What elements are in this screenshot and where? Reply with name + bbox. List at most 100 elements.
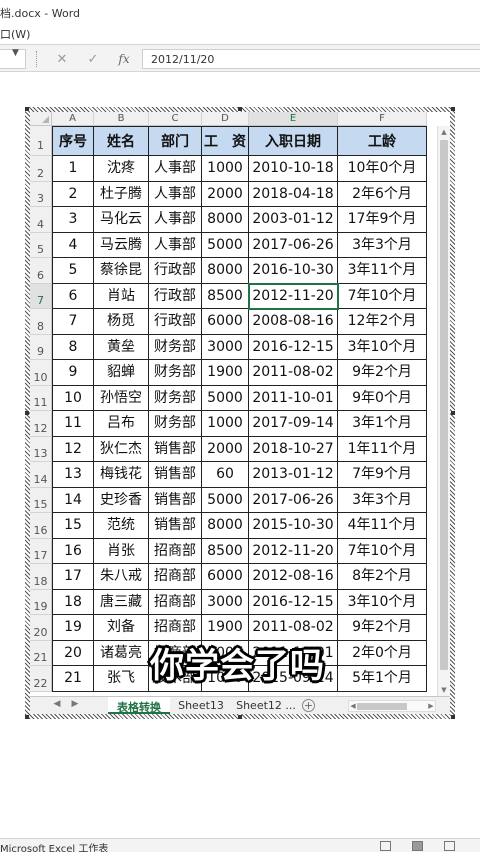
add-sheet-icon[interactable]: + <box>302 699 315 712</box>
table-cell[interactable]: 2011-10-01 <box>249 385 338 411</box>
table-cell[interactable]: 8000 <box>202 513 249 539</box>
table-cell[interactable]: 范统 <box>94 513 149 539</box>
table-cell[interactable]: 3年1个月 <box>338 411 427 437</box>
resize-handle[interactable] <box>238 715 242 719</box>
table-cell[interactable]: 马化云 <box>94 207 149 233</box>
resize-handle[interactable] <box>238 107 242 111</box>
table-cell[interactable]: 2010-10-18 <box>249 156 338 182</box>
table-cell[interactable]: 3年10个月 <box>338 334 427 360</box>
table-cell[interactable]: 销售部 <box>149 436 202 462</box>
web-layout-icon[interactable] <box>444 841 455 851</box>
table-cell[interactable]: 2011-08-02 <box>249 360 338 386</box>
table-cell[interactable]: 貂蝉 <box>94 360 149 386</box>
table-cell[interactable]: 8500 <box>202 538 249 564</box>
table-cell[interactable]: 10 <box>52 385 94 411</box>
table-cell[interactable]: 19 <box>52 615 94 641</box>
table-cell[interactable]: 1年11个月 <box>338 436 427 462</box>
column-header-a[interactable]: A <box>52 112 94 126</box>
table-cell[interactable]: 8年2个月 <box>338 564 427 590</box>
row-header[interactable]: 20 <box>30 615 52 641</box>
row-header[interactable]: 14 <box>30 462 52 488</box>
resize-handle[interactable] <box>25 715 29 719</box>
table-cell[interactable]: 9 <box>52 360 94 386</box>
table-cell[interactable]: 2018-10-27 <box>249 436 338 462</box>
table-cell[interactable]: 4 <box>52 232 94 258</box>
table-cell[interactable]: 销售部 <box>149 462 202 488</box>
table-cell[interactable]: 20 <box>52 640 94 666</box>
table-cell[interactable]: 财务部 <box>149 334 202 360</box>
table-cell[interactable]: 史珍香 <box>94 487 149 513</box>
resize-handle[interactable] <box>25 411 29 415</box>
resize-handle[interactable] <box>451 715 455 719</box>
table-cell[interactable]: 2017-06-26 <box>249 487 338 513</box>
table-cell[interactable]: 1900 <box>202 615 249 641</box>
scroll-right-icon[interactable]: ▶ <box>427 701 435 712</box>
table-cell[interactable]: 招商部 <box>149 615 202 641</box>
table-cell[interactable]: 2012-11-20 <box>249 283 338 309</box>
horizontal-scrollbar[interactable]: ◀ ▶ <box>348 700 436 712</box>
table-cell[interactable]: 唐三藏 <box>94 589 149 615</box>
table-cell[interactable]: 人事部 <box>149 232 202 258</box>
table-cell[interactable]: 2012-11-20 <box>249 538 338 564</box>
table-cell[interactable]: 7年10个月 <box>338 283 427 309</box>
table-cell[interactable]: 7年9个月 <box>338 462 427 488</box>
table-cell[interactable]: 17年9个月 <box>338 207 427 233</box>
table-cell[interactable]: 2016-10-30 <box>249 258 338 284</box>
sheet-tab[interactable]: Sheet13 <box>172 697 230 714</box>
table-cell[interactable]: 蔡徐昆 <box>94 258 149 284</box>
tab-next-icon[interactable]: ▶ <box>68 699 82 709</box>
table-cell[interactable]: 刘备 <box>94 615 149 641</box>
table-cell[interactable]: 狄仁杰 <box>94 436 149 462</box>
row-header[interactable]: 22 <box>30 666 52 692</box>
table-cell[interactable]: 2017-06-26 <box>249 232 338 258</box>
table-cell[interactable]: 7年10个月 <box>338 538 427 564</box>
table-cell[interactable]: 12 <box>52 436 94 462</box>
table-cell[interactable]: 沈疼 <box>94 156 149 182</box>
row-header[interactable]: 12 <box>30 411 52 437</box>
sheet-tab[interactable]: 表格转换 <box>108 697 170 714</box>
row-header[interactable]: 15 <box>30 487 52 513</box>
table-cell[interactable]: 招商部 <box>149 589 202 615</box>
tab-prev-icon[interactable]: ◀ <box>50 699 64 709</box>
row-header[interactable]: 19 <box>30 589 52 615</box>
table-cell[interactable]: 5000 <box>202 487 249 513</box>
table-cell[interactable]: 3年3个月 <box>338 487 427 513</box>
resize-handle[interactable] <box>451 411 455 415</box>
row-header[interactable]: 3 <box>30 181 52 207</box>
table-cell[interactable]: 13 <box>52 462 94 488</box>
table-cell[interactable]: 杜子腾 <box>94 181 149 207</box>
table-cell[interactable]: 5000 <box>202 232 249 258</box>
table-cell[interactable]: 招商部 <box>149 564 202 590</box>
table-cell[interactable]: 5 <box>52 258 94 284</box>
row-header[interactable]: 6 <box>30 258 52 284</box>
table-cell[interactable]: 9年0个月 <box>338 385 427 411</box>
table-cell[interactable]: 2008-08-16 <box>249 309 338 335</box>
table-cell[interactable]: 1 <box>52 156 94 182</box>
row-header[interactable]: 18 <box>30 564 52 590</box>
table-cell[interactable]: 孙悟空 <box>94 385 149 411</box>
table-cell[interactable]: 张飞 <box>94 666 149 692</box>
row-header[interactable]: 13 <box>30 436 52 462</box>
table-cell[interactable]: 15 <box>52 513 94 539</box>
table-cell[interactable]: 行政部 <box>149 309 202 335</box>
row-header[interactable]: 8 <box>30 309 52 335</box>
table-cell[interactable]: 2016-12-15 <box>249 334 338 360</box>
table-cell[interactable]: 2年6个月 <box>338 181 427 207</box>
row-header[interactable]: 7 <box>30 283 52 309</box>
table-cell[interactable]: 2003-01-12 <box>249 207 338 233</box>
table-cell[interactable]: 财务部 <box>149 385 202 411</box>
function-icon[interactable]: fx <box>114 52 134 66</box>
table-cell[interactable]: 14 <box>52 487 94 513</box>
table-cell[interactable]: 60 <box>202 462 249 488</box>
scroll-down-icon[interactable]: ▼ <box>438 684 450 696</box>
formula-bar-grip[interactable] <box>36 51 38 67</box>
table-cell[interactable]: 1000 <box>202 156 249 182</box>
x-icon[interactable]: ✕ <box>52 52 72 67</box>
column-title-cell[interactable]: 姓名 <box>94 126 149 156</box>
vertical-scrollbar[interactable]: ▲ ▼ <box>437 126 450 696</box>
column-title-cell[interactable]: 工龄 <box>338 126 427 156</box>
print-layout-icon[interactable] <box>412 841 423 851</box>
table-cell[interactable]: 3 <box>52 207 94 233</box>
column-header-b[interactable]: B <box>94 112 149 126</box>
column-header-e[interactable]: E <box>249 112 338 126</box>
